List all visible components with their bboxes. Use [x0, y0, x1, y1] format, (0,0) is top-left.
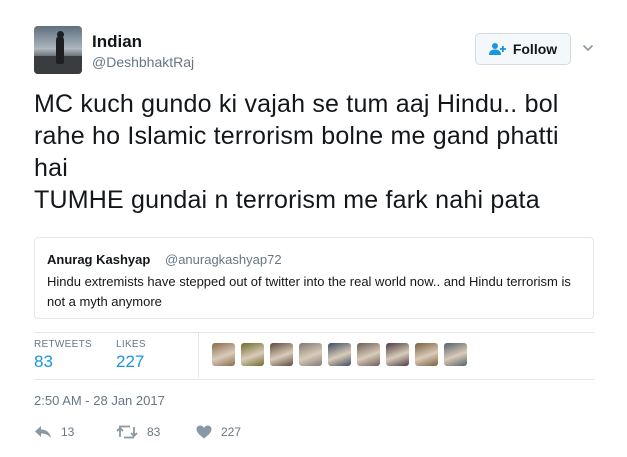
likes-label: LIKES [116, 339, 146, 350]
liker-avatar[interactable] [386, 343, 409, 366]
retweets-count[interactable]: 83 [34, 352, 53, 372]
avatar-figure-body [56, 36, 64, 64]
liker-avatar[interactable] [241, 343, 264, 366]
tweet-timestamp[interactable]: 2:50 AM - 28 Jan 2017 [34, 393, 165, 408]
likes-count[interactable]: 227 [116, 352, 144, 372]
liker-avatar[interactable] [270, 343, 293, 366]
quoted-tweet-author-name: Anurag Kashyap [47, 252, 151, 267]
follow-button-label: Follow [512, 41, 558, 57]
stats-separator [198, 333, 199, 378]
liker-avatar[interactable] [415, 343, 438, 366]
quoted-tweet-card[interactable]: Anurag Kashyap @anuragkashyap72 Hindu ex… [34, 237, 594, 319]
reply-icon [35, 426, 51, 438]
retweets-label: RETWEETS [34, 339, 92, 350]
author-avatar[interactable] [34, 26, 82, 74]
liker-avatars [212, 343, 467, 366]
reply-count: 13 [61, 425, 75, 439]
like-count: 227 [221, 425, 242, 439]
stats-bottom-divider [34, 379, 594, 380]
add-user-icon [488, 43, 506, 55]
reply-action[interactable]: 13 [34, 425, 74, 439]
follow-button[interactable]: Follow [475, 33, 571, 65]
liker-avatar[interactable] [299, 343, 322, 366]
retweet-count: 83 [147, 425, 161, 439]
retweet-action[interactable]: 83 [116, 425, 160, 439]
like-action[interactable]: 227 [196, 425, 241, 439]
stats-top-divider [34, 332, 594, 333]
liker-avatar[interactable] [212, 343, 235, 366]
author-handle[interactable]: @DeshbhaktRaj [92, 54, 194, 70]
quoted-tweet-text: Hindu extremists have stepped out of twi… [47, 274, 571, 309]
retweet-icon [116, 425, 138, 439]
heart-icon [196, 425, 212, 439]
liker-avatar[interactable] [444, 343, 467, 366]
quoted-tweet-author-handle: @anuragkashyap72 [165, 252, 282, 267]
author-display-name[interactable]: Indian [92, 32, 142, 52]
liker-avatar[interactable] [357, 343, 380, 366]
tweet-text: MC kuch gundo ki vajah se tum aaj Hindu.… [34, 90, 559, 214]
liker-avatar[interactable] [328, 343, 351, 366]
chevron-down-icon[interactable] [582, 42, 594, 54]
